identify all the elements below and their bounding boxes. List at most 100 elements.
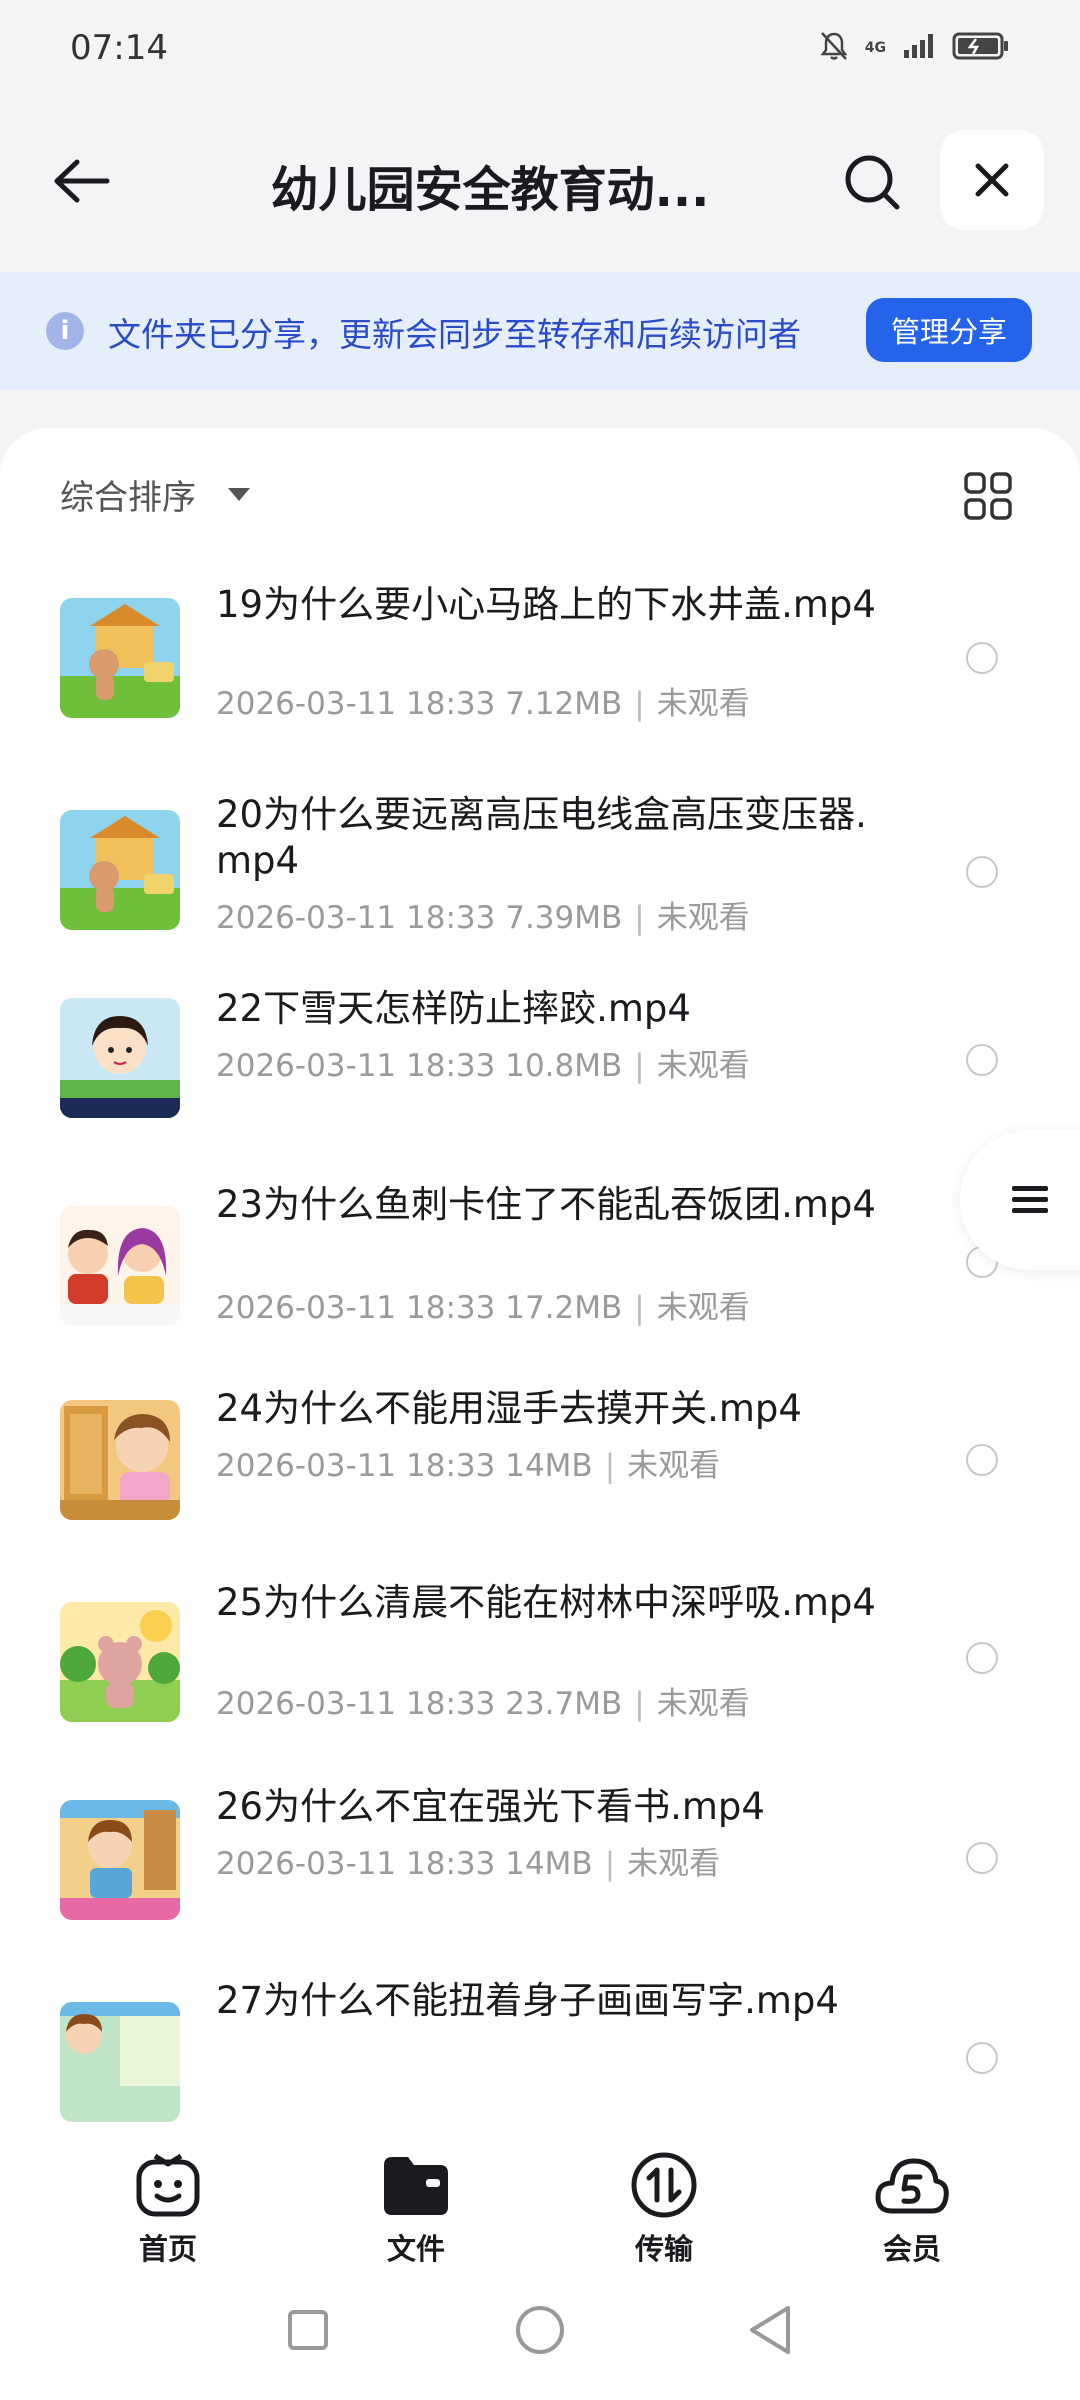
file-meta: 2026-03-11 18:33 10.8MB | 未观看 [216,1048,750,1084]
battery-icon [952,31,1010,65]
select-radio[interactable] [966,642,998,674]
video-thumbnail [60,2002,180,2122]
watch-status: 未观看 [656,900,750,936]
navigation-bar: 幼儿园安全教育动... [0,100,1080,260]
file-size: 17.2MB [505,1290,623,1326]
select-radio[interactable] [966,1444,998,1476]
video-thumbnail [60,998,180,1118]
folder-icon [376,2150,456,2220]
tab-label: 传输 [634,2232,693,2266]
file-meta: 2026-03-11 18:33 7.12MB | 未观看 [216,686,750,722]
file-name: 24为什么不能用湿手去摸开关.mp4 [216,1387,802,1430]
mute-bell-icon [819,30,849,66]
status-icons: 4G [819,30,1010,66]
sort-dropdown[interactable]: 综合排序 [60,470,196,519]
file-date: 2026-03-11 18:33 [216,1290,496,1326]
network-label: 4G [864,40,886,56]
page-title: 幼儿园安全教育动... [270,162,710,218]
file-name: 20为什么要远离高压电线盒高压变压器.mp4 [216,793,867,882]
file-meta: 2026-03-11 18:33 14MB | 未观看 [216,1448,721,1484]
file-name: 19为什么要小心马路上的下水井盖.mp4 [216,583,876,626]
bottom-tab-bar: 首页 文件 传输 会员 [0,2128,1080,2278]
file-size: 14MB [505,1448,593,1484]
video-thumbnail [60,810,180,930]
file-item[interactable]: 23为什么鱼刺卡住了不能乱吞饭团.mp4 2026-03-11 18:33 17… [0,1162,1080,1362]
file-item[interactable]: 26为什么不宜在强光下看书.mp4 2026-03-11 18:33 14MB |… [0,1782,1080,1982]
watch-status: 未观看 [627,1846,721,1882]
watch-status: 未观看 [656,686,750,722]
recent-apps-button[interactable] [278,2300,338,2360]
file-date: 2026-03-11 18:33 [216,1846,496,1882]
info-icon: i [46,312,84,350]
close-button[interactable] [940,130,1044,230]
manage-share-button[interactable]: 管理分享 [866,298,1032,362]
signal-icon [902,32,936,64]
status-time: 07:14 [70,28,168,68]
tab-vip[interactable]: 会员 [832,2150,992,2270]
file-meta: 2026-03-11 18:33 17.2MB | 未观看 [216,1290,750,1326]
select-radio[interactable] [966,1044,998,1076]
file-name: 26为什么不宜在强光下看书.mp4 [216,1785,765,1828]
select-radio[interactable] [966,856,998,888]
file-item[interactable]: 25为什么清晨不能在树林中深呼吸.mp4 2026-03-11 18:33 23… [0,1560,1080,1760]
back-arrow-icon [54,159,110,203]
file-item[interactable]: 22下雪天怎样防止摔跤.mp4 2026-03-11 18:33 10.8MB |… [0,986,1080,1186]
grid-view-toggle[interactable] [962,470,1014,522]
file-item[interactable]: 27为什么不能扭着身子画画写字.mp4 [0,1958,1080,2128]
tab-files[interactable]: 文件 [336,2150,496,2270]
circle-icon [516,2306,564,2354]
share-notice-banner: i 文件夹已分享，更新会同步至转存和后续访问者 管理分享 [0,272,1080,390]
triangle-back-icon [750,2306,790,2354]
close-icon [975,163,1009,197]
file-meta: 2026-03-11 18:33 14MB | 未观看 [216,1846,721,1882]
status-bar: 07:14 4G [0,0,1080,100]
smiley-home-icon [128,2150,208,2220]
file-item[interactable]: 20为什么要远离高压电线盒高压变压器.mp4 2026-03-11 18:33 … [0,772,1080,972]
sort-toolbar: 综合排序 [0,428,1080,558]
watch-status: 未观看 [656,1290,750,1326]
system-back-button[interactable] [740,2300,800,2360]
file-item[interactable]: 19为什么要小心马路上的下水井盖.mp4 2026-03-11 18:33 7.… [0,558,1080,758]
file-name: 23为什么鱼刺卡住了不能乱吞饭团.mp4 [216,1183,876,1226]
file-date: 2026-03-11 18:33 [216,1048,496,1084]
watch-status: 未观看 [656,1686,750,1722]
video-thumbnail [60,1400,180,1520]
video-thumbnail [60,598,180,718]
select-radio[interactable] [966,2042,998,2074]
square-icon [288,2310,328,2350]
file-size: 10.8MB [505,1048,623,1084]
tab-label: 文件 [386,2232,445,2266]
file-size: 14MB [505,1846,593,1882]
file-meta: 2026-03-11 18:33 23.7MB | 未观看 [216,1686,750,1722]
file-name: 22下雪天怎样防止摔跤.mp4 [216,987,691,1030]
file-date: 2026-03-11 18:33 [216,686,496,722]
cloud-vip-icon [872,2150,952,2220]
tab-home[interactable]: 首页 [88,2150,248,2270]
tab-label: 会员 [882,2232,941,2266]
transfer-icon [624,2150,704,2220]
menu-lines-icon [1012,1186,1048,1213]
file-list-card: 综合排序 19为什么要小心马路上的下水井盖.mp4 2026-03-11 18:… [0,428,1080,2128]
select-radio[interactable] [966,1642,998,1674]
grid-view-icon [964,472,1012,520]
caret-down-icon[interactable] [228,488,250,501]
select-radio[interactable] [966,1842,998,1874]
system-navigation-bar [0,2278,1080,2400]
watch-status: 未观看 [627,1448,721,1484]
file-size: 23.7MB [505,1686,623,1722]
video-thumbnail [60,1800,180,1920]
search-button[interactable] [836,146,908,218]
file-name: 27为什么不能扭着身子画画写字.mp4 [216,1979,839,2022]
video-thumbnail [60,1602,180,1722]
file-size: 7.39MB [505,900,623,936]
back-button[interactable] [48,148,114,214]
share-notice-text: 文件夹已分享，更新会同步至转存和后续访问者 [108,315,801,354]
tab-label: 首页 [138,2232,197,2266]
search-icon [845,155,900,210]
file-date: 2026-03-11 18:33 [216,900,496,936]
file-size: 7.12MB [505,686,623,722]
file-item[interactable]: 24为什么不能用湿手去摸开关.mp4 2026-03-11 18:33 14MB… [0,1384,1080,1584]
home-button[interactable] [510,2300,570,2360]
tab-transfer[interactable]: 传输 [584,2150,744,2270]
file-meta: 2026-03-11 18:33 7.39MB | 未观看 [216,900,750,936]
